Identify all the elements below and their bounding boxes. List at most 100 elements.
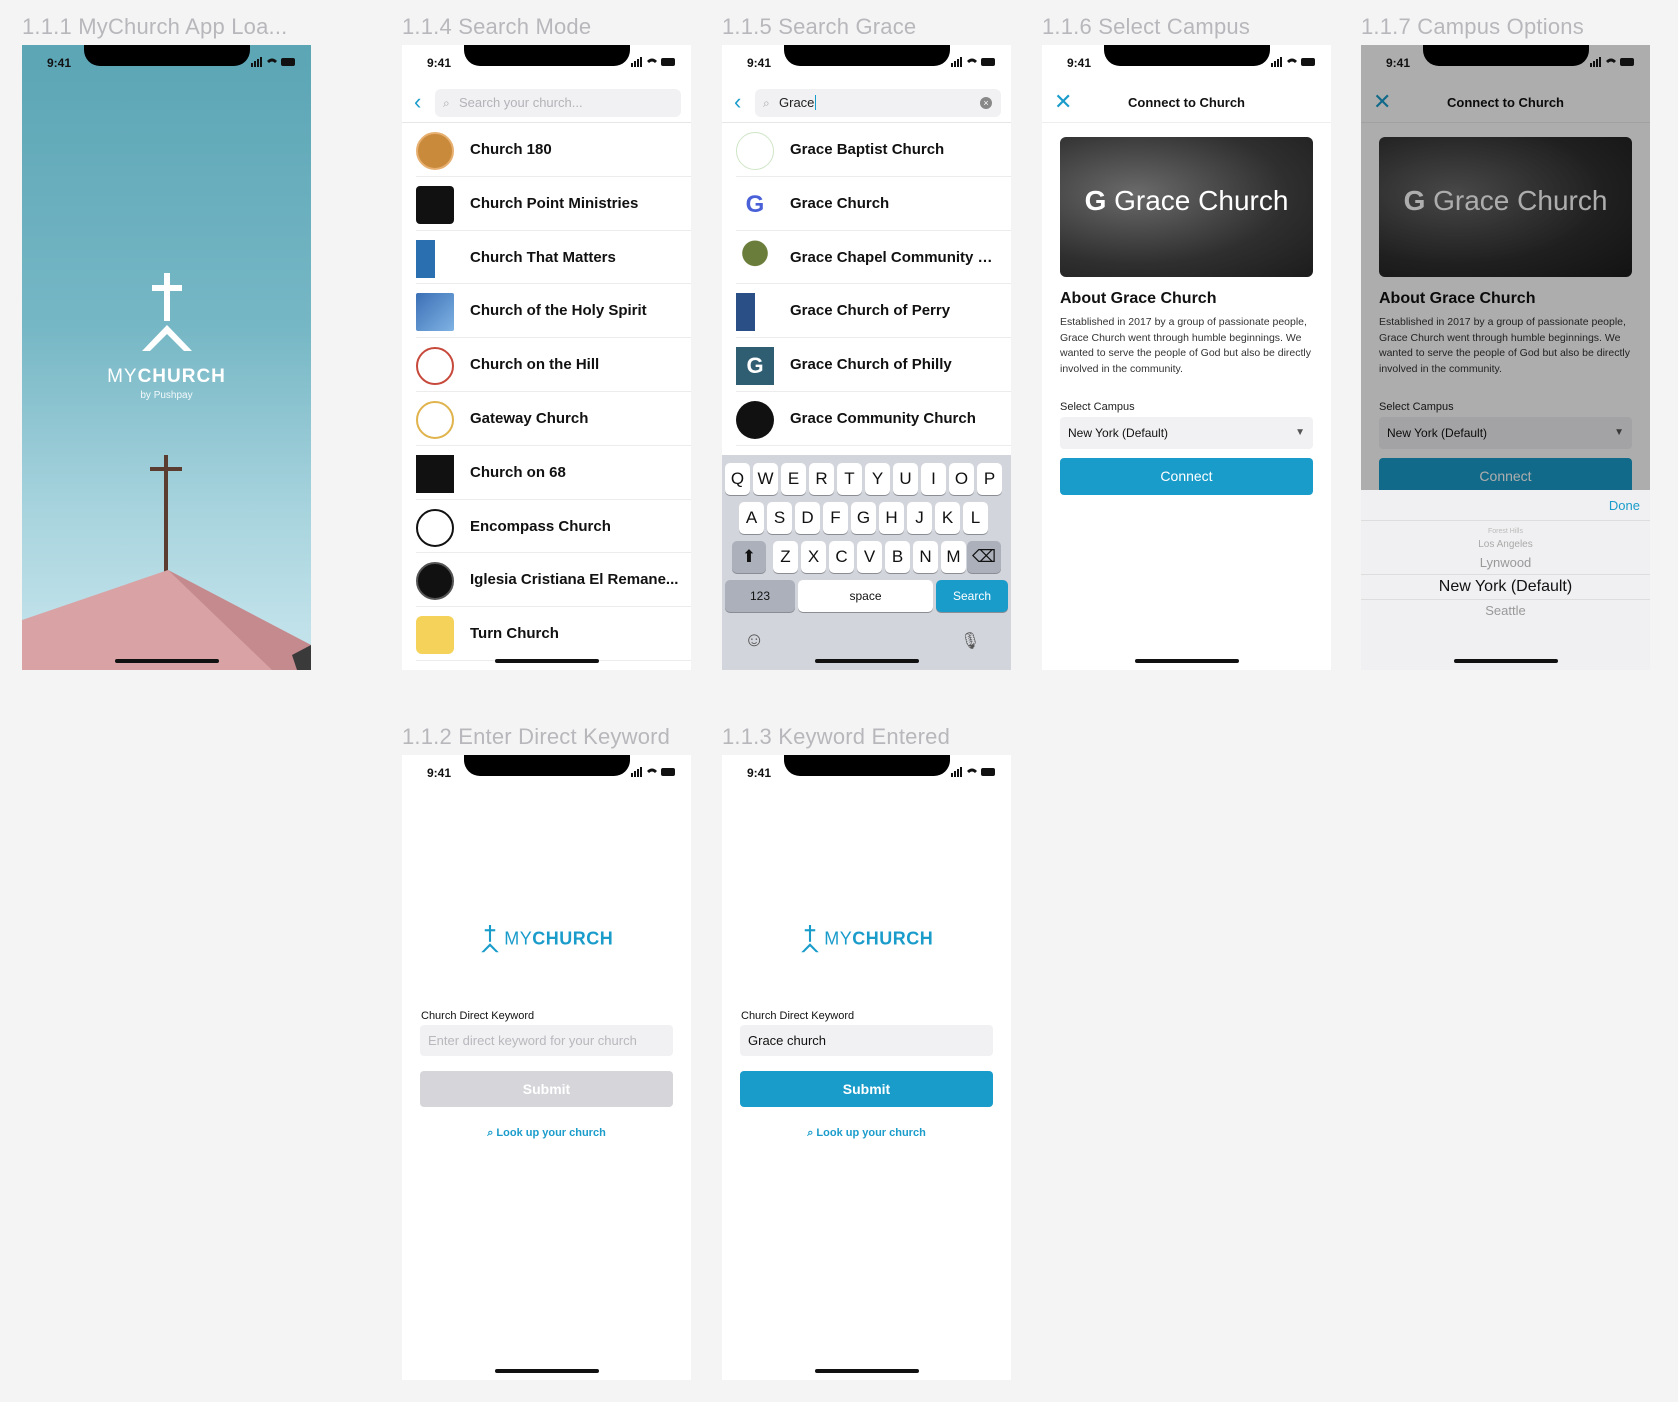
key-d[interactable]: D xyxy=(795,502,820,534)
device-notch xyxy=(1423,45,1589,66)
list-item[interactable]: Church on 68 xyxy=(416,446,691,500)
church-name: Church on 68 xyxy=(470,463,566,481)
key-k[interactable]: K xyxy=(935,502,960,534)
campus-picker: Done Forest Hills Los Angeles Lynwood Ne… xyxy=(1361,490,1650,670)
list-item[interactable]: Encompass Church xyxy=(416,500,691,554)
key-s[interactable]: S xyxy=(767,502,792,534)
status-time: 9:41 xyxy=(427,766,452,780)
key-w[interactable]: W xyxy=(753,463,778,495)
picker-option[interactable]: Los Angeles xyxy=(1361,539,1650,550)
key-a[interactable]: A xyxy=(739,502,764,534)
list-item[interactable]: G Grace Church xyxy=(736,177,1011,231)
microphone-icon[interactable]: 🎙 xyxy=(960,631,980,651)
search-input[interactable]: ⌕ Grace × xyxy=(755,89,1001,117)
list-item[interactable]: Church That Matters xyxy=(416,231,691,285)
campus-select[interactable]: New York (Default) ▼ xyxy=(1060,417,1313,449)
keyword-input[interactable]: Grace church xyxy=(740,1025,993,1056)
key-v[interactable]: V xyxy=(857,541,882,573)
backspace-key-icon[interactable]: ⌫ xyxy=(967,541,1001,573)
back-chevron-icon[interactable]: ‹ xyxy=(734,91,741,113)
connect-button[interactable]: Connect xyxy=(1060,458,1313,495)
key-l[interactable]: L xyxy=(963,502,988,534)
key-y[interactable]: Y xyxy=(865,463,890,495)
list-item[interactable]: Church 180 xyxy=(416,123,691,177)
key-q[interactable]: Q xyxy=(725,463,750,495)
search-input[interactable]: ⌕ Search your church... xyxy=(435,89,681,117)
church-list: Church 180 Church Point Ministries Churc… xyxy=(402,123,691,661)
picker-option[interactable]: Forest Hills xyxy=(1361,528,1650,535)
submit-button-disabled[interactable]: Submit xyxy=(420,1071,673,1107)
list-item[interactable]: Grace Chapel Community C... xyxy=(736,231,1011,285)
emoji-icon[interactable]: ☺ xyxy=(744,629,764,652)
key-e[interactable]: E xyxy=(781,463,806,495)
church-name: Grace Church of Philly xyxy=(790,356,952,374)
result-list: Grace Baptist Church G Grace Church Grace… xyxy=(722,123,1011,446)
key-f[interactable]: F xyxy=(823,502,848,534)
list-item[interactable]: Turn Church xyxy=(416,607,691,661)
list-item[interactable]: Church of the Holy Spirit xyxy=(416,284,691,339)
church-name: Gateway Church xyxy=(470,409,589,427)
picker-option[interactable]: Lynwood xyxy=(1361,555,1650,570)
church-logo-icon xyxy=(416,293,454,332)
church-logo-icon xyxy=(736,400,774,439)
list-item[interactable]: Gateway Church xyxy=(416,392,691,446)
key-n[interactable]: N xyxy=(913,541,938,573)
church-name: Grace Community Church xyxy=(790,409,976,427)
key-p[interactable]: P xyxy=(977,463,1002,495)
splash-screen: 9:41 MYCHURCH by Pushpay xyxy=(22,45,311,670)
key-r[interactable]: R xyxy=(809,463,834,495)
status-time: 9:41 xyxy=(1067,56,1092,70)
key-i[interactable]: I xyxy=(921,463,946,495)
device-notch xyxy=(464,45,630,66)
key-o[interactable]: O xyxy=(949,463,974,495)
search-placeholder: Search your church... xyxy=(459,95,583,110)
hero-church-name: Grace Church xyxy=(1114,185,1289,216)
device-notch xyxy=(784,45,950,66)
submit-button[interactable]: Submit xyxy=(740,1071,993,1107)
key-z[interactable]: Z xyxy=(773,541,798,573)
search-grace-screen: 9:41 ‹ ⌕ Grace × Grace Baptist Church G Gra… xyxy=(722,45,1011,670)
list-item[interactable]: Iglesia Cristiana El Remane... xyxy=(416,553,691,608)
key-t[interactable]: T xyxy=(837,463,862,495)
frame-title-select-campus: 1.1.6 Select Campus xyxy=(1042,14,1251,39)
search-key[interactable]: Search xyxy=(936,580,1008,612)
brand-my: MY xyxy=(824,928,853,949)
numbers-key[interactable]: 123 xyxy=(725,580,795,612)
picker-option[interactable]: Seattle xyxy=(1361,603,1650,618)
search-icon: ⌕ xyxy=(443,96,450,110)
key-u[interactable]: U xyxy=(893,463,918,495)
campus-value: New York (Default) xyxy=(1068,426,1169,440)
search-mode-screen: 9:41 ‹ ⌕ Search your church... Church 180… xyxy=(402,45,691,670)
select-campus-screen: 9:41 ✕ Connect to Church G Grace Church … xyxy=(1042,45,1331,670)
key-m[interactable]: M xyxy=(941,541,966,573)
status-time: 9:41 xyxy=(747,56,772,70)
key-j[interactable]: J xyxy=(907,502,932,534)
clear-icon[interactable]: × xyxy=(980,97,992,109)
space-key[interactable]: space xyxy=(798,580,933,612)
lookup-link[interactable]: ⌕ Look up your church xyxy=(402,1127,691,1140)
lookup-label: Look up your church xyxy=(496,1127,606,1139)
key-b[interactable]: B xyxy=(885,541,910,573)
lookup-link[interactable]: ⌕ Look up your church xyxy=(722,1127,1011,1140)
key-x[interactable]: X xyxy=(801,541,826,573)
key-h[interactable]: H xyxy=(879,502,904,534)
list-item[interactable]: G Grace Church of Philly xyxy=(736,338,1011,392)
device-notch xyxy=(784,755,950,776)
frame-title-keyword-entered: 1.1.3 Keyword Entered xyxy=(722,724,951,749)
list-item[interactable]: Grace Community Church xyxy=(736,392,1011,446)
back-chevron-icon[interactable]: ‹ xyxy=(414,91,421,113)
picker-option-selected[interactable]: New York (Default) xyxy=(1361,574,1650,600)
status-time: 9:41 xyxy=(47,56,72,70)
about-heading: About Grace Church xyxy=(1060,290,1217,307)
home-indicator xyxy=(815,1369,919,1373)
list-item[interactable]: Church on the Hill xyxy=(416,338,691,392)
done-button[interactable]: Done xyxy=(1609,498,1640,513)
shift-key-icon[interactable]: ⬆ xyxy=(732,541,766,573)
key-c[interactable]: C xyxy=(829,541,854,573)
connect-header: ✕ Connect to Church xyxy=(1042,83,1331,123)
list-item[interactable]: Grace Baptist Church xyxy=(736,123,1011,177)
key-g[interactable]: G xyxy=(851,502,876,534)
keyword-input[interactable]: Enter direct keyword for your church xyxy=(420,1025,673,1056)
list-item[interactable]: Grace Church of Perry xyxy=(736,284,1011,339)
list-item[interactable]: Church Point Ministries xyxy=(416,177,691,231)
